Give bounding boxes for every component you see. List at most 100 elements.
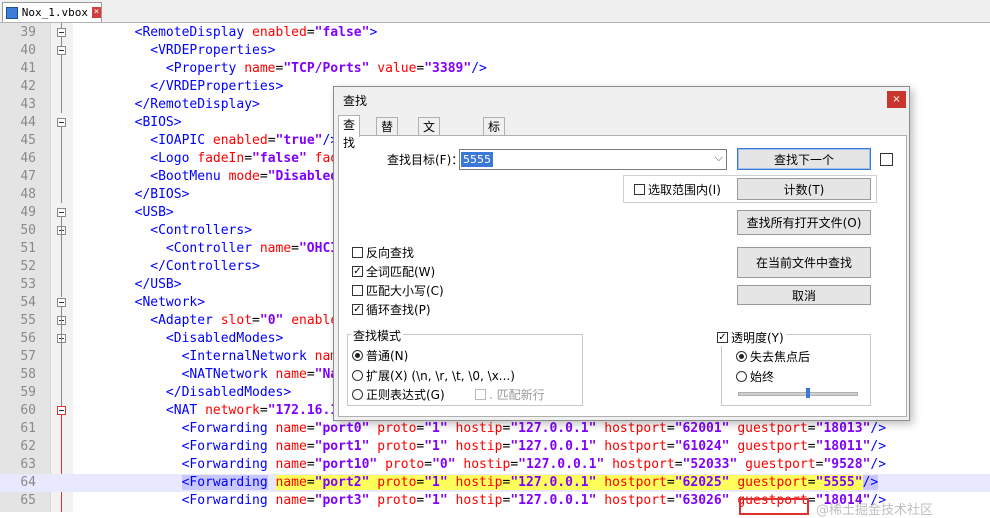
line-number: 43 xyxy=(20,97,36,112)
mode-regex-radio[interactable]: 正则表达式(G) xyxy=(352,386,445,403)
code-text: </BIOS> xyxy=(134,187,190,202)
code-text: <Network> xyxy=(134,295,206,310)
code-line[interactable]: 40 <VRDEProperties> xyxy=(0,42,990,60)
count-button[interactable]: 计数(T) xyxy=(737,178,871,200)
code-text: <IOAPIC enabled="true"/> xyxy=(150,133,339,148)
line-number: 49 xyxy=(20,205,36,220)
code-line[interactable]: 41 <Property name="TCP/Ports" value="338… xyxy=(0,60,990,78)
line-number: 40 xyxy=(20,43,36,58)
chevron-down-icon[interactable]: ⌵ xyxy=(715,151,723,165)
code-text: <Controllers> xyxy=(150,223,253,238)
cancel-button[interactable]: 取消 xyxy=(737,285,871,305)
find-in-current-file-button[interactable]: 在当前文件中查找 xyxy=(737,247,871,278)
always-label: 始终 xyxy=(750,370,775,384)
transparency-checkbox[interactable]: ✓ 透明度(Y) xyxy=(715,329,786,346)
line-number: 44 xyxy=(20,115,36,130)
code-text: <BIOS> xyxy=(134,115,182,130)
code-text: <BootMenu mode="Disabled"/> xyxy=(150,169,361,184)
always-radio[interactable]: 始终 xyxy=(736,368,774,385)
code-text: </USB> xyxy=(134,277,182,292)
code-line[interactable]: 61 <Forwarding name="port0" proto="1" ho… xyxy=(0,420,990,438)
file-tab-label: Nox_1.vbox xyxy=(21,6,89,19)
file-tab[interactable]: Nox_1.vbox × xyxy=(2,2,102,22)
line-number: 51 xyxy=(20,241,36,256)
find-all-open-files-button[interactable]: 查找所有打开文件(O) xyxy=(737,210,871,235)
transparency-label: 透明度(Y) xyxy=(731,331,784,345)
code-text: </RemoteDisplay> xyxy=(134,97,260,112)
close-icon[interactable]: × xyxy=(887,91,906,108)
dot-matches-newline-label: . 匹配新行 xyxy=(489,388,545,402)
line-number: 65 xyxy=(20,493,36,508)
mode-normal-radio[interactable]: 普通(N) xyxy=(352,347,408,364)
line-number: 62 xyxy=(20,439,36,454)
tab-replace[interactable]: 替换 xyxy=(376,117,399,152)
slider-track xyxy=(738,392,858,396)
line-number: 39 xyxy=(20,25,36,40)
code-text: <DisabledModes> xyxy=(165,331,284,346)
line-number: 55 xyxy=(20,313,36,328)
on-lose-focus-radio[interactable]: 失去焦点后 xyxy=(736,348,810,365)
checkbox-box xyxy=(634,184,645,195)
radio-dot xyxy=(352,350,363,361)
on-lose-focus-label: 失去焦点后 xyxy=(750,350,811,364)
code-line[interactable]: 62 <Forwarding name="port1" proto="1" ho… xyxy=(0,438,990,456)
match-case-checkbox[interactable]: 匹配大小写(C) xyxy=(352,282,444,299)
whole-word-checkbox[interactable]: ✓ 全词匹配(W) xyxy=(352,263,435,280)
line-number: 42 xyxy=(20,79,36,94)
dot-matches-newline-checkbox[interactable]: . 匹配新行 xyxy=(475,386,545,403)
code-text: <Property name="TCP/Ports" value="3389"/… xyxy=(165,61,487,76)
file-icon xyxy=(6,6,18,19)
line-number: 60 xyxy=(20,403,36,418)
search-mode-label: 查找模式 xyxy=(351,327,404,344)
line-number: 64 xyxy=(20,475,36,490)
line-number: 46 xyxy=(20,151,36,166)
slider-thumb[interactable] xyxy=(806,388,811,398)
line-number: 47 xyxy=(20,169,36,184)
line-number: 50 xyxy=(20,223,36,238)
radio-dot xyxy=(352,389,363,400)
mode-extended-label: 扩展(X) (\n, \r, \t, \0, \x...) xyxy=(366,369,515,383)
watermark: @稀土掘金技术社区 xyxy=(816,503,934,518)
code-text: <RemoteDisplay enabled="false"> xyxy=(134,25,378,40)
radio-dot xyxy=(736,351,747,362)
code-text: <VRDEProperties> xyxy=(150,43,276,58)
reverse-search-checkbox[interactable]: 反向查找 xyxy=(352,244,414,261)
code-text: <Forwarding name="port0" proto="1" hosti… xyxy=(181,421,887,436)
line-number: 54 xyxy=(20,295,36,310)
checkbox-box: ✓ xyxy=(717,332,728,343)
in-selection-label: 选取范围内(I) xyxy=(648,183,721,197)
line-number: 48 xyxy=(20,187,36,202)
mode-extended-radio[interactable]: 扩展(X) (\n, \r, \t, \0, \x...) xyxy=(352,367,515,384)
line-number: 63 xyxy=(20,457,36,472)
search-hit-highlight xyxy=(739,498,809,515)
wrap-around-label: 循环查找(P) xyxy=(366,303,431,317)
line-number: 41 xyxy=(20,61,36,76)
whole-word-label: 全词匹配(W) xyxy=(366,265,436,279)
code-text: <Forwarding name="port2" proto="1" hosti… xyxy=(181,475,879,490)
close-tab-icon[interactable]: × xyxy=(92,7,101,18)
tab-find[interactable]: 查找 xyxy=(338,115,361,150)
find-target-combobox[interactable]: 5555 ⌵ xyxy=(459,149,727,170)
code-text: <Forwarding name="port1" proto="1" hosti… xyxy=(181,439,887,454)
line-number: 53 xyxy=(20,277,36,292)
line-number: 45 xyxy=(20,133,36,148)
code-text: <Forwarding name="port10" proto="0" host… xyxy=(181,457,887,472)
radio-dot xyxy=(352,370,363,381)
code-line[interactable]: 64 <Forwarding name="port2" proto="1" ho… xyxy=(0,474,990,492)
line-number: 58 xyxy=(20,367,36,382)
in-selection-checkbox[interactable]: 选取范围内(I) xyxy=(634,181,721,198)
wrap-around-checkbox[interactable]: ✓ 循环查找(P) xyxy=(352,301,431,318)
line-number: 56 xyxy=(20,331,36,346)
tab-find-in-files[interactable]: 文件查找 xyxy=(418,117,441,188)
code-line[interactable]: 39 <RemoteDisplay enabled="false"> xyxy=(0,24,990,42)
find-target-value[interactable]: 5555 xyxy=(461,152,493,167)
find-next-button[interactable]: 查找下一个 xyxy=(737,148,871,170)
checkbox-box xyxy=(352,247,363,258)
mode-normal-label: 普通(N) xyxy=(366,349,409,363)
reverse-search-label: 反向查找 xyxy=(366,246,415,260)
file-tab-bar: Nox_1.vbox × xyxy=(0,0,990,23)
find-next-option-checkbox[interactable] xyxy=(880,153,893,166)
tab-mark[interactable]: 标记 xyxy=(483,117,506,152)
transparency-slider[interactable] xyxy=(738,388,858,398)
code-line[interactable]: 63 <Forwarding name="port10" proto="0" h… xyxy=(0,456,990,474)
